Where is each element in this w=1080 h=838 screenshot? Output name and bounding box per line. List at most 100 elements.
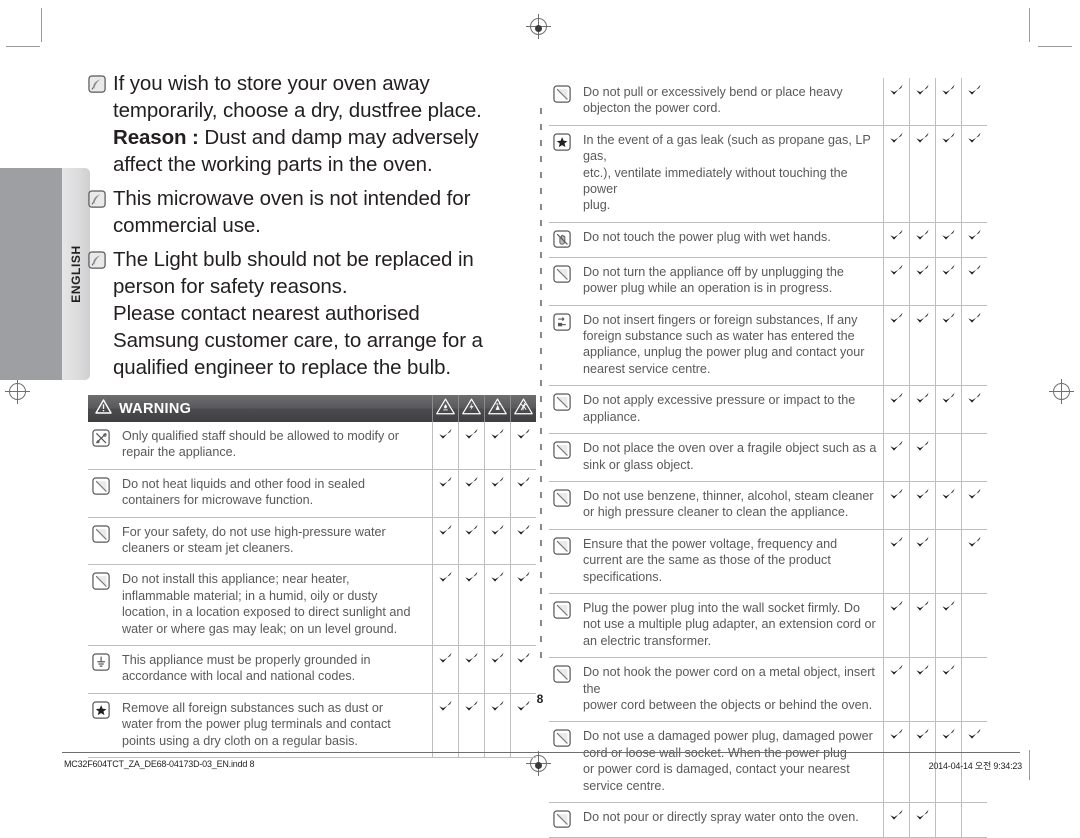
checkmark-icon bbox=[889, 311, 904, 325]
row-text-cell: Do not insert fingers or foreign substan… bbox=[583, 305, 884, 387]
row-symbol-cell bbox=[549, 802, 583, 838]
prohibition-icon bbox=[553, 489, 583, 508]
checkmark-icon bbox=[967, 228, 982, 242]
row-check-cell bbox=[510, 645, 536, 694]
warning-title: WARNING bbox=[88, 395, 432, 422]
mandatory-ground-icon bbox=[92, 653, 122, 672]
row-text-line: Do not install this appliance; near heat… bbox=[122, 572, 350, 587]
row-check-cell bbox=[909, 593, 936, 659]
checkmark-icon bbox=[941, 599, 956, 613]
row-text-line: For your safety, do not use high-pressur… bbox=[122, 524, 386, 539]
row-text-cell: Ensure that the power voltage, frequency… bbox=[583, 529, 884, 594]
row-check-cell bbox=[935, 529, 962, 594]
crop-mark-top-right-horizontal bbox=[1038, 46, 1072, 47]
checkmark-icon bbox=[516, 427, 531, 441]
prohibition-icon bbox=[553, 810, 583, 829]
checkmark-icon bbox=[889, 487, 904, 501]
note-line-text: Dust and damp may adversely bbox=[204, 126, 479, 149]
checkmark-icon bbox=[967, 487, 982, 501]
checkmark-icon bbox=[464, 651, 479, 665]
checkmark-icon bbox=[490, 475, 505, 489]
warning-triangle-icon bbox=[95, 399, 112, 418]
row-check-cell bbox=[883, 125, 910, 223]
row-check-cell bbox=[432, 564, 459, 647]
note-item: The Light bulb should not be replaced in… bbox=[88, 246, 536, 381]
note-line-text: temporarily, choose a dry, dustfree plac… bbox=[113, 99, 482, 122]
row-check-cell bbox=[961, 593, 987, 659]
checkmark-icon bbox=[516, 570, 531, 584]
checkmark-icon bbox=[438, 570, 453, 584]
page-number: 8 bbox=[536, 692, 544, 706]
row-check-cell bbox=[961, 385, 987, 435]
checkmark-icon bbox=[889, 228, 904, 242]
crop-mark-top-left-horizontal bbox=[6, 46, 40, 47]
note-line: affect the working parts in the oven. bbox=[113, 151, 482, 178]
row-check-cell bbox=[909, 481, 936, 530]
prohibition-icon bbox=[553, 441, 583, 460]
row-check-cell bbox=[961, 481, 987, 530]
row-check-cell bbox=[883, 802, 910, 838]
table-row: Do not place the oven over a fragile obj… bbox=[549, 433, 987, 482]
footer-file-name: MC32F604TCT_ZA_DE68-04173D-03_EN.indd 8 bbox=[64, 759, 255, 769]
registration-mark-right bbox=[1049, 379, 1074, 404]
row-check-cell bbox=[484, 645, 511, 694]
hazard-explosion-icon bbox=[513, 397, 534, 421]
row-check-cell bbox=[935, 305, 962, 387]
row-check-cell bbox=[883, 257, 910, 306]
prohibition-icon bbox=[553, 665, 583, 684]
prohibition-icon bbox=[553, 265, 583, 284]
row-check-cell bbox=[909, 125, 936, 223]
row-check-cell bbox=[510, 422, 536, 470]
checkmark-icon bbox=[941, 487, 956, 501]
row-symbol-cell bbox=[549, 305, 583, 387]
row-check-cell bbox=[961, 305, 987, 387]
checkmark-icon bbox=[967, 263, 982, 277]
row-text-line: specifications. bbox=[583, 569, 663, 584]
checkmark-icon bbox=[915, 535, 930, 549]
row-text-line: appliance. bbox=[583, 409, 641, 424]
row-check-cell bbox=[961, 125, 987, 223]
note-item: If you wish to store your oven away tempo… bbox=[88, 70, 536, 178]
table-row: For your safety, do not use high-pressur… bbox=[88, 517, 536, 566]
row-text-line: or high pressure cleaner to clean the ap… bbox=[583, 505, 849, 520]
checkmark-icon bbox=[941, 83, 956, 97]
row-check-cell bbox=[458, 517, 485, 566]
row-text-line: Do not use a damaged power plug, damaged… bbox=[583, 729, 873, 744]
note-line-text: The Light bulb should not be replaced in bbox=[113, 248, 474, 271]
row-check-cell bbox=[961, 222, 987, 258]
row-check-cell bbox=[883, 593, 910, 659]
table-row: Ensure that the power voltage, frequency… bbox=[549, 529, 987, 594]
hazard-hot-surface-icon bbox=[487, 397, 508, 421]
row-text-cell: Do not pour or directly spray water onto… bbox=[583, 802, 884, 838]
checkmark-icon bbox=[941, 663, 956, 677]
row-check-cell bbox=[458, 564, 485, 647]
row-check-cell bbox=[935, 385, 962, 435]
checkmark-icon bbox=[967, 311, 982, 325]
checkmark-icon bbox=[438, 523, 453, 537]
row-check-cell bbox=[432, 469, 459, 518]
note-text: The Light bulb should not be replaced in… bbox=[113, 246, 483, 381]
row-check-cell bbox=[432, 645, 459, 694]
row-text-line: repair the appliance. bbox=[122, 445, 237, 460]
table-row: Do not heat liquids and other food in se… bbox=[88, 469, 536, 518]
checkmark-icon bbox=[915, 599, 930, 613]
row-symbol-cell bbox=[549, 593, 583, 659]
note-line-text: qualified engineer to replace the bulb. bbox=[113, 356, 452, 379]
row-text-line: Do not use benzene, thinner, alcohol, st… bbox=[583, 488, 874, 503]
row-check-cell bbox=[935, 125, 962, 223]
row-text-line: sink or glass object. bbox=[583, 457, 694, 472]
row-check-cell bbox=[961, 433, 987, 482]
registration-mark-top-dot bbox=[535, 25, 542, 32]
row-symbol-cell bbox=[88, 517, 122, 566]
row-text-line: water from the power plug terminals and … bbox=[122, 717, 391, 732]
row-text-line: Ensure that the power voltage, frequency… bbox=[583, 536, 838, 551]
row-check-cell bbox=[484, 564, 511, 647]
right-hazard-table: Do not pull or excessively bend or place… bbox=[549, 78, 987, 838]
row-check-cell bbox=[883, 433, 910, 482]
checkmark-icon bbox=[967, 727, 982, 741]
row-text-line: appliance, unplug the power plug and con… bbox=[583, 345, 865, 360]
prohibition-icon bbox=[92, 477, 122, 496]
row-check-cell bbox=[510, 564, 536, 647]
checkmark-icon bbox=[915, 808, 930, 822]
row-check-cell bbox=[510, 517, 536, 566]
